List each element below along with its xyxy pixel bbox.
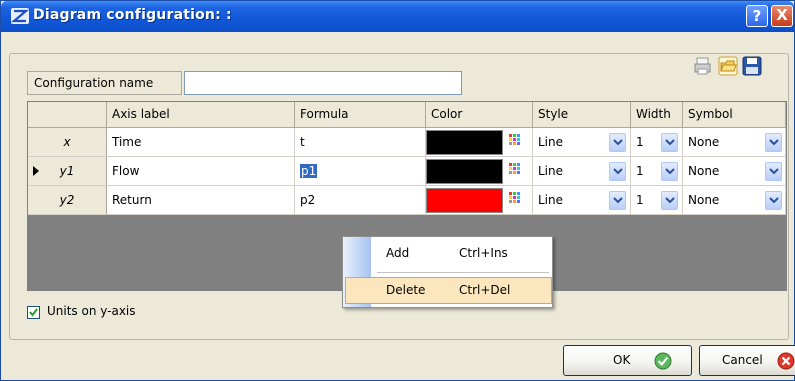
menu-item-label: Delete [386,283,426,297]
width-value: 1 [636,193,644,207]
formula-cell[interactable]: p1 [295,157,426,186]
menu-item-shortcut: Ctrl+Ins [459,246,508,260]
grid-header: Axis label Formula Color Style Width Sym… [28,102,786,128]
current-row-arrow-icon [33,166,39,176]
color-cell[interactable] [426,186,533,215]
save-disk-icon[interactable] [742,56,762,76]
style-value: Line [538,164,564,178]
formula-cell[interactable]: t [295,128,426,157]
palette-icon[interactable] [509,192,521,204]
style-select[interactable]: Line [533,186,631,215]
palette-icon[interactable] [509,163,521,175]
axis-label-cell[interactable]: Return [107,186,295,215]
close-button[interactable]: X [771,5,793,27]
dropdown-arrow-icon[interactable] [609,162,626,181]
dropdown-arrow-icon[interactable] [765,191,782,210]
formula-selected-text[interactable]: p1 [300,164,318,178]
width-select[interactable]: 1 [631,128,683,157]
color-swatch[interactable] [426,130,503,155]
open-folder-icon[interactable] [718,56,738,76]
dropdown-arrow-icon[interactable] [661,191,678,210]
cancel-button[interactable]: Cancel [699,345,795,376]
width-select[interactable]: 1 [631,186,683,215]
menu-item-delete[interactable]: Delete Ctrl+Del [345,277,552,304]
table-row[interactable]: y1 Flow p1 Line 1 None [28,157,786,186]
ok-button-label: OK [613,353,631,367]
cancel-icon [777,352,795,370]
corner-header [28,102,107,128]
print-icon[interactable] [693,56,713,76]
col-style[interactable]: Style [533,102,631,128]
dropdown-arrow-icon[interactable] [609,191,626,210]
app-diagram-icon [11,8,29,24]
dropdown-arrow-icon[interactable] [609,133,626,152]
dropdown-arrow-icon[interactable] [661,162,678,181]
color-cell[interactable] [426,157,533,186]
col-color[interactable]: Color [426,102,533,128]
table-row[interactable]: y2 Return p2 Line 1 None [28,186,786,215]
style-value: Line [538,135,564,149]
width-value: 1 [636,164,644,178]
menu-item-label: Add [386,246,410,260]
col-axis-label[interactable]: Axis label [107,102,295,128]
symbol-value: None [688,135,720,149]
ok-button[interactable]: OK [563,345,692,376]
symbol-select[interactable]: None [683,128,786,157]
symbol-value: None [688,193,720,207]
symbol-select[interactable]: None [683,157,786,186]
symbol-value: None [688,164,720,178]
help-button[interactable]: ? [746,5,768,27]
row-header[interactable]: y2 [28,186,107,215]
title-bar[interactable]: Diagram configuration: : ? X [1,1,794,32]
units-checkbox[interactable] [27,306,40,319]
style-select[interactable]: Line [533,128,631,157]
row-id: y1 [59,164,75,178]
units-checkbox-label[interactable]: Units on y-axis [47,304,136,318]
width-value: 1 [636,135,644,149]
col-formula[interactable]: Formula [295,102,426,128]
row-header[interactable]: x [28,128,107,157]
menu-item-shortcut: Ctrl+Del [459,283,511,297]
width-select[interactable]: 1 [631,157,683,186]
table-row[interactable]: x Time t Line 1 None [28,128,786,157]
col-symbol[interactable]: Symbol [683,102,786,128]
config-name-label: Configuration name [27,71,182,95]
palette-icon[interactable] [509,134,521,146]
row-header[interactable]: y1 [28,157,107,186]
menu-item-add[interactable]: Add Ctrl+Ins [345,241,552,268]
dropdown-arrow-icon[interactable] [765,133,782,152]
window-title: Diagram configuration: : [33,7,232,23]
dropdown-arrow-icon[interactable] [661,133,678,152]
check-icon [654,352,672,370]
menu-separator [377,272,549,273]
style-select[interactable]: Line [533,157,631,186]
color-swatch[interactable] [426,188,503,213]
formula-cell[interactable]: p2 [295,186,426,215]
dropdown-arrow-icon[interactable] [765,162,782,181]
axis-label-cell[interactable]: Time [107,128,295,157]
color-cell[interactable] [426,128,533,157]
axis-label-cell[interactable]: Flow [107,157,295,186]
dialog-window: Diagram configuration: : ? X Configurati… [0,0,795,381]
style-value: Line [538,193,564,207]
context-menu: Add Ctrl+Ins Delete Ctrl+Del [342,236,553,308]
col-width[interactable]: Width [631,102,683,128]
check-icon [29,308,38,317]
cancel-button-label: Cancel [722,353,763,367]
color-swatch[interactable] [426,159,503,184]
config-name-input[interactable] [184,71,462,95]
symbol-select[interactable]: None [683,186,786,215]
